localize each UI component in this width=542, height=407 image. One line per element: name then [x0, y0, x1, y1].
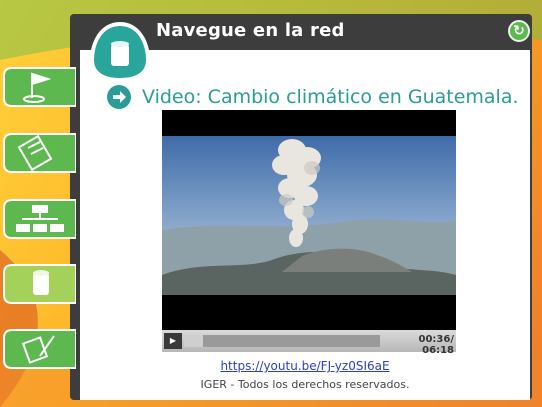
- video-time: 00:36/ 06:18: [418, 334, 454, 356]
- video-link[interactable]: https://youtu.be/FJ-yz0SI6aE: [80, 359, 530, 373]
- video-player[interactable]: [162, 110, 456, 330]
- sidebar-item-org-chart[interactable]: [2, 198, 76, 240]
- play-button[interactable]: ▶: [164, 333, 182, 349]
- video-heading-row: Video: Cambio climático en Guatemala.: [106, 84, 519, 110]
- video-progress-fill: [184, 335, 203, 347]
- sidebar-item-cup[interactable]: [2, 263, 76, 305]
- refresh-icon: ↻: [513, 23, 525, 39]
- cup-icon: [33, 270, 49, 295]
- sidebar-item-checklist[interactable]: [2, 132, 76, 174]
- page-title: Navegue en la red: [156, 20, 345, 41]
- sidebar-item-flag[interactable]: [2, 66, 76, 108]
- sidebar-item-pencil-note[interactable]: [2, 328, 76, 370]
- copyright-text: IGER - Todos los derechos reservados.: [200, 378, 410, 391]
- arrow-right-icon: [107, 85, 131, 109]
- refresh-button[interactable]: ↻: [508, 20, 530, 42]
- cup-icon: [111, 41, 129, 66]
- play-icon: ▶: [169, 336, 177, 345]
- section-badge: [90, 22, 150, 82]
- video-progress-bar[interactable]: [184, 335, 380, 347]
- video-title: Video: Cambio climático en Guatemala.: [142, 86, 519, 108]
